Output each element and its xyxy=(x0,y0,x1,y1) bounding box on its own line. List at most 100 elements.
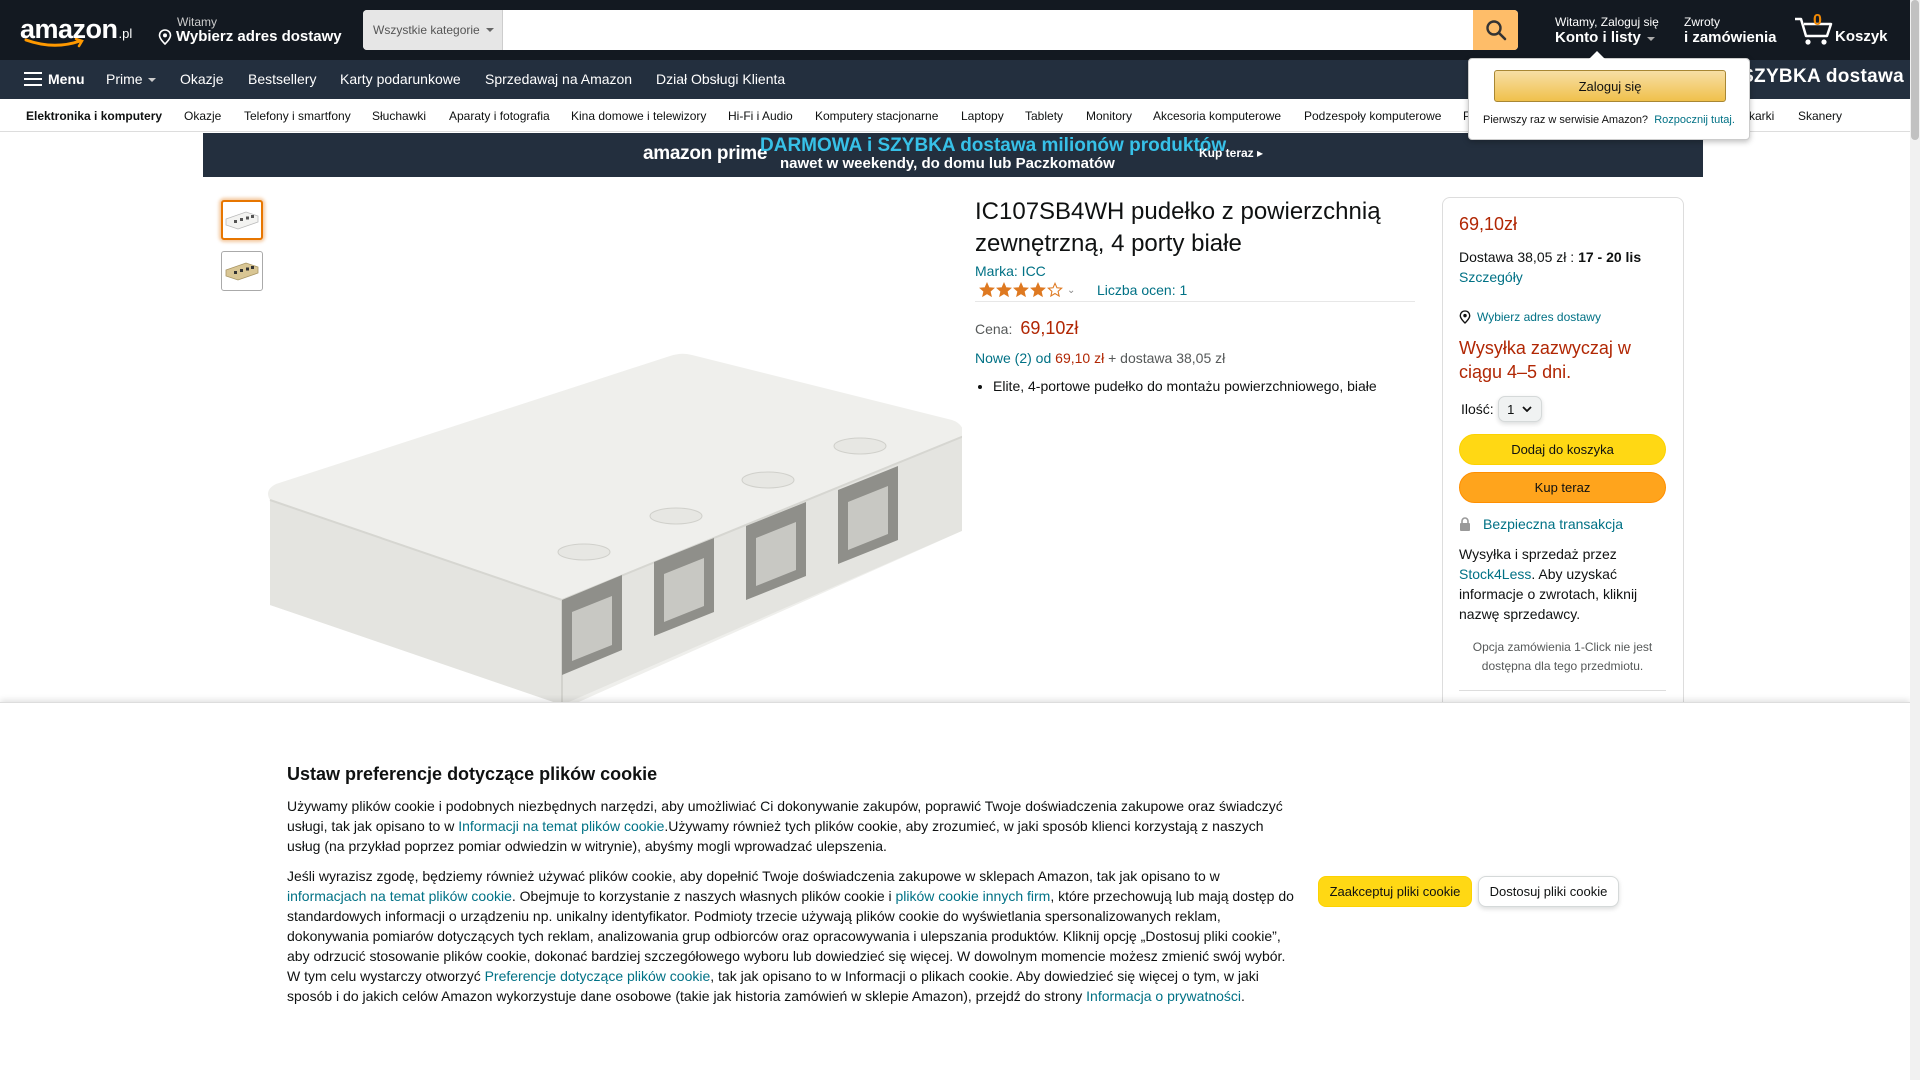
ratings-count-link[interactable]: Liczba ocen: 1 xyxy=(1097,282,1187,298)
chevron-down-icon xyxy=(1522,406,1532,412)
subnav-item-kina-domowe[interactable]: Kina domowe i telewizory xyxy=(571,109,706,123)
banner-cta[interactable]: Kup teraz ▸ xyxy=(1199,146,1263,160)
subnav-item-podzespoly[interactable]: Podzespoły komputerowe xyxy=(1304,109,1441,123)
quantity-row: Ilość: 1 xyxy=(1461,396,1542,422)
subnav-item-akcesoria[interactable]: Akcesoria komputerowe xyxy=(1153,109,1281,123)
subnav-item-monitory[interactable]: Monitory xyxy=(1086,109,1132,123)
scrollbar[interactable] xyxy=(1910,0,1920,1080)
choose-address[interactable]: Wybierz adres dostawy xyxy=(1459,310,1601,324)
logo-tld: .pl xyxy=(118,26,133,41)
account-lists-label: Konto i listy xyxy=(1555,29,1641,46)
start-here-link[interactable]: Rozpocznij tutaj. xyxy=(1654,114,1735,126)
nav-belt: amazon.pl Witamy Wybierz adres dostawy W… xyxy=(0,0,1920,60)
chevron-down-icon xyxy=(1646,37,1655,41)
seller-prefix: Wysyłka i sprzedaż przez xyxy=(1459,546,1617,562)
cookie-info-link[interactable]: informacjach na temat plików cookie xyxy=(287,888,512,904)
account-greeting: Witamy, Zaloguj się xyxy=(1555,15,1659,29)
buy-now-button[interactable]: Kup teraz xyxy=(1459,472,1666,503)
feature-bullet: Elite, 4-portowe pudełko do montażu powi… xyxy=(993,378,1415,394)
nav-item-bestsellery[interactable]: Bestsellery xyxy=(248,71,316,87)
chevron-down-icon[interactable]: ⌄ xyxy=(1067,285,1075,296)
signin-button[interactable]: Zaloguj się xyxy=(1494,70,1726,102)
nav-item-sprzedawaj[interactable]: Sprzedawaj na Amazon xyxy=(485,71,632,87)
delivery-dates: 17 - 20 lis xyxy=(1578,249,1642,265)
subnav-item-sluchawki[interactable]: Słuchawki xyxy=(372,109,426,123)
customize-cookies-button[interactable]: Dostosuj pliki cookie xyxy=(1478,876,1619,907)
divider xyxy=(1459,690,1666,691)
subnav-item-skanery[interactable]: Skanery xyxy=(1798,109,1842,123)
product-price: 69,10zł xyxy=(1020,318,1079,338)
subnav-item-hifi[interactable]: Hi-Fi i Audio xyxy=(728,109,793,123)
subnav-item-komputery[interactable]: Komputery stacjonarne xyxy=(815,109,938,123)
new-customer-text: Pierwszy raz w serwisie Amazon? xyxy=(1483,114,1649,126)
brand-link[interactable]: Marka: ICC xyxy=(975,263,1046,279)
nav-item-obsluga-klienta[interactable]: Dział Obsługi Klienta xyxy=(656,71,785,87)
search-input[interactable] xyxy=(503,10,1473,50)
subnav-item-laptopy[interactable]: Laptopy xyxy=(961,109,1004,123)
cookie-info-link[interactable]: Informacji na temat plików cookie xyxy=(458,818,664,834)
lock-icon xyxy=(1460,516,1470,531)
price-label: Cena: xyxy=(975,321,1013,337)
account-lists: Konto i listy xyxy=(1555,29,1659,46)
privacy-notice-link[interactable]: Informacja o prywatności xyxy=(1086,988,1241,1004)
search-category-select[interactable]: Wszystkie kategorie xyxy=(363,10,503,50)
amazon-logo[interactable]: amazon.pl xyxy=(20,14,136,48)
quantity-label: Ilość: xyxy=(1461,401,1494,417)
third-party-cookies-link[interactable]: plików cookie innych firm xyxy=(896,888,1051,904)
choose-address-label: Wybierz adres dostawy xyxy=(1477,310,1601,324)
account-menu[interactable]: Witamy, Zaloguj się Konto i listy xyxy=(1555,15,1659,46)
product-main-image[interactable] xyxy=(262,350,962,705)
cookie-preferences-link[interactable]: Preferencje dotyczące plików cookie xyxy=(485,968,711,984)
nav-item-okazje[interactable]: Okazje xyxy=(180,71,224,87)
add-to-cart-button[interactable]: Dodaj do koszyka xyxy=(1459,434,1666,465)
feature-bullets: Elite, 4-portowe pudełko do montażu powi… xyxy=(975,378,1415,394)
scrollbar-thumb[interactable] xyxy=(1911,0,1919,140)
star-filled-icon xyxy=(996,282,1012,298)
location-pin-icon xyxy=(1459,310,1471,324)
cart-button[interactable]: 0 Koszyk xyxy=(1793,10,1893,50)
product-title: IC107SB4WH pudełko z powierzchnią zewnęt… xyxy=(975,198,1381,257)
other-offers: Nowe (2) od 69,10 zł + dostawa 38,05 zł xyxy=(975,350,1225,366)
image-thumbnail-2[interactable] xyxy=(221,251,263,291)
quantity-select[interactable]: 1 xyxy=(1497,396,1542,422)
seller-link[interactable]: Stock4Less xyxy=(1459,566,1531,582)
nav-item-prime[interactable]: Prime xyxy=(106,71,156,87)
cart-count: 0 xyxy=(1813,12,1822,29)
subnav-item-okazje[interactable]: Okazje xyxy=(184,109,221,123)
cookie-paragraph-1: Używamy plików cookie i podobnych niezbę… xyxy=(287,796,1297,856)
menu-button[interactable]: Menu xyxy=(24,71,85,87)
product-thumbnail-image xyxy=(225,262,259,281)
logo-smile-icon xyxy=(24,38,84,48)
hamburger-icon xyxy=(24,72,42,86)
rating-row: ⌄ Liczba ocen: 1 xyxy=(975,282,1415,302)
offers-delivery: + dostawa 38,05 zł xyxy=(1108,350,1226,366)
subnav-item-aparaty[interactable]: Aparaty i fotografia xyxy=(449,109,550,123)
image-thumbnail-1[interactable] xyxy=(221,200,263,240)
deliver-address: Wybierz adres dostawy xyxy=(176,28,342,45)
one-click-note: Opcja zamówienia 1-Click nie jest dostęp… xyxy=(1472,640,1653,673)
new-offers-link[interactable]: Nowe (2) od xyxy=(975,350,1051,366)
subnav-item-tablety[interactable]: Tablety xyxy=(1025,109,1063,123)
star-rating[interactable] xyxy=(979,282,1063,298)
promo-fast-delivery[interactable]: SZYBKA dostawa xyxy=(1741,66,1904,88)
nav-item-karty-podarunkowe[interactable]: Karty podarunkowe xyxy=(340,71,461,87)
signin-flyout: Zaloguj się Pierwszy raz w serwisie Amaz… xyxy=(1468,51,1750,140)
search-icon xyxy=(1485,20,1506,41)
secure-transaction[interactable]: Bezpieczna transakcja xyxy=(1459,516,1623,532)
subnav-item-telefony[interactable]: Telefony i smartfony xyxy=(244,109,351,123)
cookie-paragraph-2: Jeśli wyrazisz zgodę, będziemy również u… xyxy=(287,866,1297,1006)
search-button[interactable] xyxy=(1473,10,1518,50)
returns-orders[interactable]: Zwroty i zamówienia xyxy=(1684,15,1777,46)
offers-price: 69,10 zł xyxy=(1055,350,1105,366)
star-filled-icon xyxy=(1030,282,1046,298)
cookie-title: Ustaw preferencje dotyczące plików cooki… xyxy=(287,764,658,784)
search-category-label: Wszystkie kategorie xyxy=(373,23,480,37)
search-bar: Wszystkie kategorie xyxy=(363,10,1518,50)
details-link[interactable]: Szczegóły xyxy=(1459,269,1523,285)
accept-cookies-button[interactable]: Zaakceptuj pliki cookie xyxy=(1318,876,1472,907)
chevron-down-icon xyxy=(485,28,494,32)
subnav-item-drukarki[interactable]: karki xyxy=(1749,109,1774,123)
subnav-item-elektronika[interactable]: Elektronika i komputery xyxy=(26,109,162,123)
location-pin-icon xyxy=(158,29,172,45)
new-customer-prompt: Pierwszy raz w serwisie Amazon? Rozpoczn… xyxy=(1483,114,1735,126)
